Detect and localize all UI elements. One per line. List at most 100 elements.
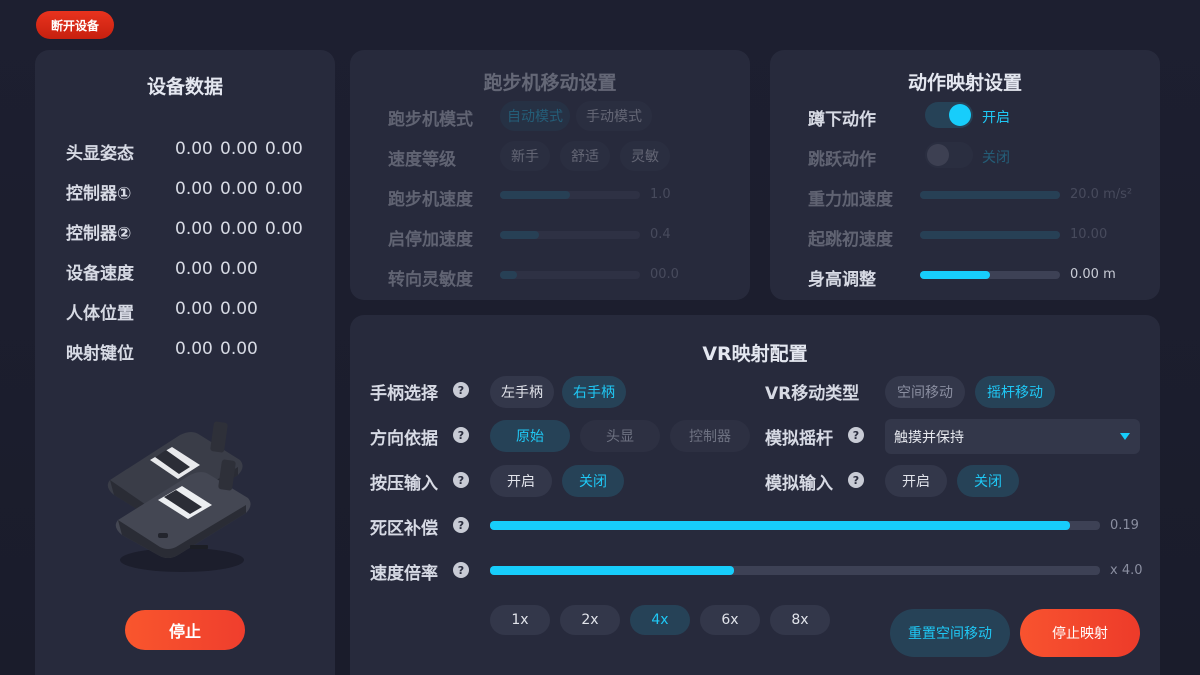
jump-speed-fill [920, 231, 1060, 239]
controller2-y: 0.00 [220, 219, 258, 239]
controller1-x: 0.00 [175, 179, 213, 199]
direction-controller-button[interactable]: 控制器 [670, 420, 750, 452]
mapped-keys-a: 0.00 [175, 339, 213, 359]
treadmill-mode-label: 跑步机模式 [388, 110, 473, 130]
speed-level-label: 速度等级 [388, 150, 456, 170]
analog-stick-select[interactable]: 触摸并保持 [885, 419, 1140, 454]
controller-select-label: 手柄选择 [370, 384, 438, 404]
analog-stick-label: 模拟摇杆 [765, 429, 833, 449]
help-icon[interactable]: ? [453, 427, 469, 443]
treadmill-panel: 跑步机移动设置 跑步机模式 自动模式 手动模式 速度等级 新手 舒适 灵敏 跑步… [350, 50, 750, 300]
device-speed-a: 0.00 [175, 259, 213, 279]
row-label-device-speed: 设备速度 [66, 264, 134, 284]
turn-sensitivity-fill [500, 271, 517, 279]
stop-mapping-button[interactable]: 停止映射 [1020, 609, 1140, 657]
chevron-down-icon [1120, 433, 1130, 440]
jump-state: 关闭 [982, 150, 1010, 166]
toggle-knob [927, 144, 949, 166]
level-beginner-button[interactable]: 新手 [500, 141, 550, 171]
help-icon[interactable]: ? [453, 472, 469, 488]
gravity-value: 20.0 m/s² [1070, 187, 1133, 202]
multiplier-6x-button[interactable]: 6x [700, 605, 760, 635]
jump-label: 跳跃动作 [808, 150, 876, 170]
controller1-y: 0.00 [220, 179, 258, 199]
treadmill-speed-slider[interactable] [500, 191, 640, 199]
jump-speed-value: 10.00 [1070, 227, 1108, 242]
direction-hmd-button[interactable]: 头显 [580, 420, 660, 452]
speed-multiplier-value: x 4.0 [1110, 563, 1143, 578]
analog-off-button[interactable]: 关闭 [957, 465, 1019, 497]
jump-speed-slider[interactable] [920, 231, 1060, 239]
deadzone-slider[interactable] [490, 521, 1100, 530]
action-mapping-title: 动作映射设置 [907, 72, 1022, 94]
vr-config-title: VR映射配置 [702, 343, 808, 365]
direction-raw-button[interactable]: 原始 [490, 420, 570, 452]
turn-sensitivity-value: 00.0 [650, 267, 679, 282]
analog-input-label: 模拟输入 [765, 474, 833, 494]
stop-button[interactable]: 停止 [125, 610, 245, 650]
level-sensitive-button[interactable]: 灵敏 [620, 141, 670, 171]
deadzone-label: 死区补偿 [370, 519, 438, 539]
squat-state: 开启 [982, 110, 1010, 126]
device-image [107, 421, 251, 572]
squat-toggle[interactable] [925, 102, 973, 128]
squat-label: 蹲下动作 [808, 110, 876, 130]
space-move-button[interactable]: 空间移动 [885, 376, 965, 408]
help-icon[interactable]: ? [848, 427, 864, 443]
body-position-a: 0.00 [175, 299, 213, 319]
height-slider[interactable] [920, 271, 1060, 279]
stick-move-button[interactable]: 摇杆移动 [975, 376, 1055, 408]
level-comfort-button[interactable]: 舒适 [560, 141, 610, 171]
press-on-button[interactable]: 开启 [490, 465, 552, 497]
disconnect-button[interactable]: 断开设备 [36, 11, 114, 39]
reset-space-move-button[interactable]: 重置空间移动 [890, 609, 1010, 657]
row-label-mapped-keys: 映射键位 [66, 344, 134, 364]
multiplier-2x-button[interactable]: 2x [560, 605, 620, 635]
analog-stick-select-value: 触摸并保持 [894, 429, 964, 446]
gravity-slider[interactable] [920, 191, 1060, 199]
vr-config-panel: VR映射配置 手柄选择 ? 左手柄 右手柄 方向依据 ? 原始 头显 控制器 按… [350, 315, 1160, 675]
row-label-body-position: 人体位置 [66, 304, 134, 324]
height-label: 身高调整 [808, 270, 876, 290]
multiplier-8x-button[interactable]: 8x [770, 605, 830, 635]
accel-value: 0.4 [650, 227, 671, 242]
height-fill [920, 271, 990, 279]
device-speed-b: 0.00 [220, 259, 258, 279]
mapped-keys-b: 0.00 [220, 339, 258, 359]
gravity-label: 重力加速度 [808, 190, 893, 210]
jump-toggle[interactable] [925, 142, 973, 168]
speed-multiplier-label: 速度倍率 [370, 564, 438, 584]
deadzone-value: 0.19 [1110, 518, 1139, 533]
hmd-y: 0.00 [220, 139, 258, 159]
multiplier-1x-button[interactable]: 1x [490, 605, 550, 635]
vr-move-type-label: VR移动类型 [765, 384, 860, 404]
start-stop-accel-label: 启停加速度 [388, 230, 473, 250]
hmd-x: 0.00 [175, 139, 213, 159]
help-icon[interactable]: ? [453, 382, 469, 398]
help-icon[interactable]: ? [453, 517, 469, 533]
speed-multiplier-fill [490, 566, 734, 575]
row-label-controller1: 控制器① [66, 184, 132, 204]
help-icon[interactable]: ? [848, 472, 864, 488]
analog-on-button[interactable]: 开启 [885, 465, 947, 497]
row-label-hmd: 头显姿态 [66, 144, 134, 164]
right-controller-button[interactable]: 右手柄 [562, 376, 626, 408]
speed-multiplier-slider[interactable] [490, 566, 1100, 575]
mode-auto-button[interactable]: 自动模式 [500, 101, 570, 131]
accel-fill [500, 231, 540, 239]
turn-sensitivity-slider[interactable] [500, 271, 640, 279]
treadmill-speed-fill [500, 191, 570, 199]
controller2-z: 0.00 [265, 219, 303, 239]
controller1-z: 0.00 [265, 179, 303, 199]
mode-manual-button[interactable]: 手动模式 [576, 101, 652, 131]
press-off-button[interactable]: 关闭 [562, 465, 624, 497]
help-icon[interactable]: ? [453, 562, 469, 578]
turn-sensitivity-label: 转向灵敏度 [388, 270, 473, 290]
multiplier-4x-button[interactable]: 4x [630, 605, 690, 635]
treadmill-speed-label: 跑步机速度 [388, 190, 473, 210]
accel-slider[interactable] [500, 231, 640, 239]
left-controller-button[interactable]: 左手柄 [490, 376, 554, 408]
jump-speed-label: 起跳初速度 [808, 230, 893, 250]
controller2-x: 0.00 [175, 219, 213, 239]
treadmill-title: 跑步机移动设置 [483, 72, 617, 94]
